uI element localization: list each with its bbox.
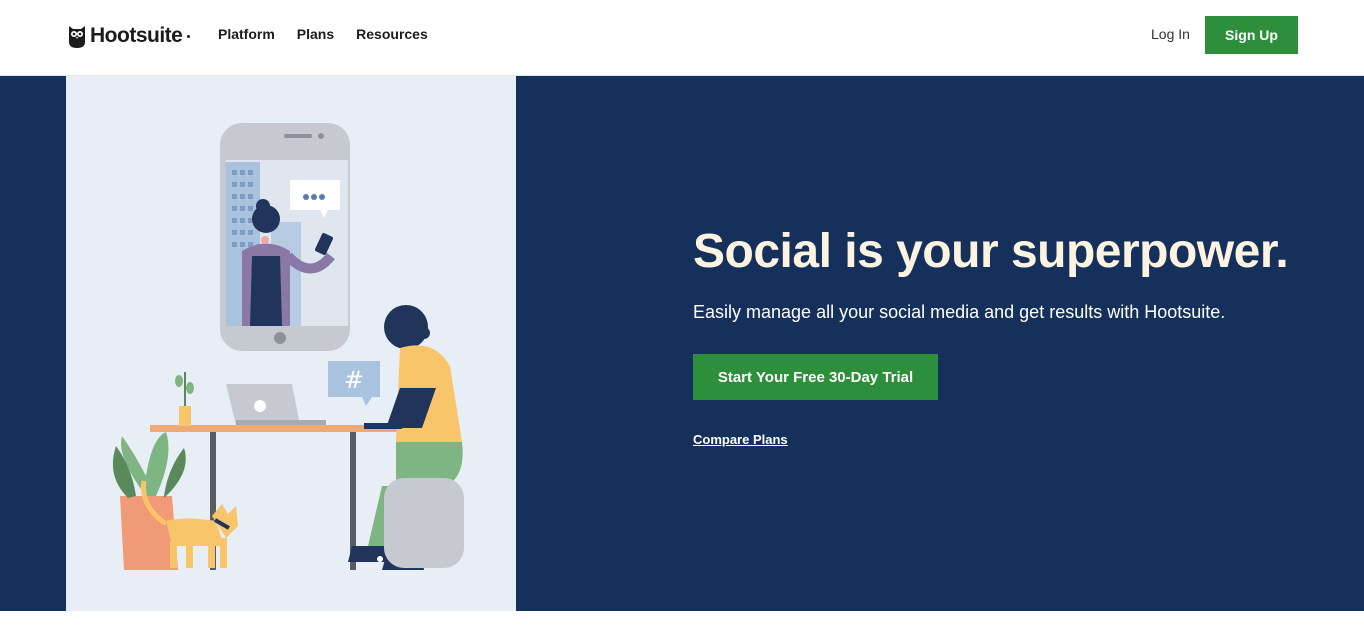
main-nav: Platform Plans Resources (218, 25, 428, 43)
owl-logo-icon (69, 26, 85, 48)
hero-subtitle: Easily manage all your social media and … (693, 302, 1226, 322)
hootsuite-logo[interactable]: Hootsuite (68, 23, 191, 49)
person-at-desk-illustration: # (112, 123, 464, 570)
compare-plans-link[interactable]: Compare Plans (693, 431, 788, 449)
nav-platform[interactable]: Platform (218, 25, 275, 43)
logo-wordmark: Hootsuite (90, 24, 183, 47)
start-trial-button[interactable]: Start Your Free 30-Day Trial (693, 354, 938, 400)
hashtag-text: # (344, 366, 364, 394)
hero-section: # Social is your superpower. Easily mana… (0, 76, 1364, 611)
hero-title: Social is your superpower. (693, 225, 1289, 278)
signup-button[interactable]: Sign Up (1205, 16, 1298, 54)
login-link[interactable]: Log In (1151, 25, 1190, 43)
logo-dot (187, 34, 191, 38)
nav-resources[interactable]: Resources (356, 25, 428, 43)
hero-illustration: # (66, 76, 516, 611)
site-header: Hootsuite Platform Plans Resources Log I… (0, 0, 1364, 76)
nav-plans[interactable]: Plans (297, 25, 334, 43)
